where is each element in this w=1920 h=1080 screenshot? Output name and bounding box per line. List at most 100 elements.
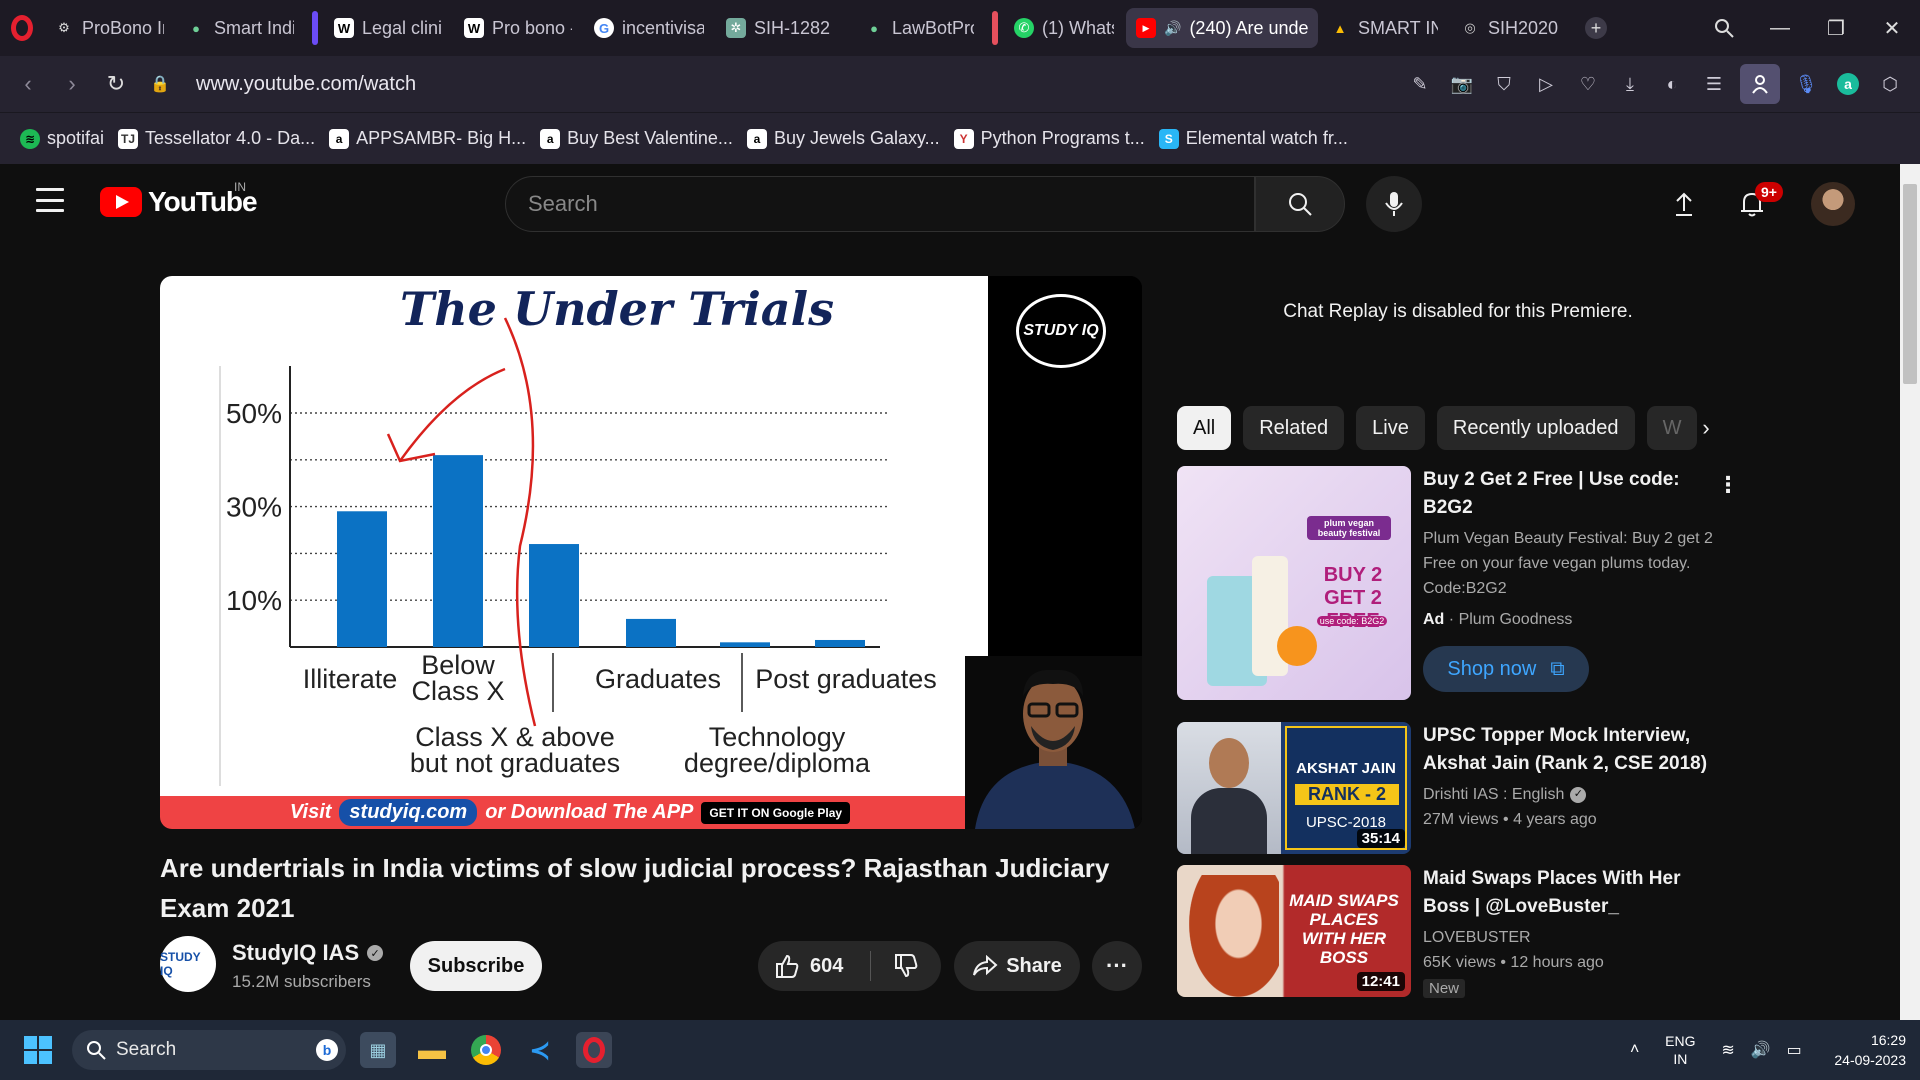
file-explorer-icon[interactable]: ▬ (414, 1032, 450, 1068)
bookmark-label: Python Programs t... (980, 128, 1145, 148)
video-player[interactable]: The Under Trials 50% 30% 10% Illiterate Belo… (160, 276, 1142, 829)
youtube-logo[interactable]: YouTube IN (100, 180, 258, 218)
battery-saver-icon[interactable]: ◐ (1656, 68, 1688, 100)
upload-icon[interactable] (1664, 184, 1704, 224)
clock-time: 16:29 (1870, 1032, 1906, 1048)
menu-hamburger-icon[interactable] (36, 188, 64, 212)
bookmark-python[interactable]: Y Python Programs t... (953, 128, 1145, 149)
chrome-icon[interactable] (468, 1032, 504, 1068)
mic-icon[interactable]: 🎙 (1790, 68, 1822, 100)
tab-lawbotpro[interactable]: ● LawBotPro (854, 8, 984, 48)
bookmark-valentine[interactable]: a Buy Best Valentine... (540, 128, 733, 149)
tab-whatsapp[interactable]: ✆ (1) WhatsA (1004, 8, 1124, 48)
tab-smart-india-drive[interactable]: ▲ SMART IN (1320, 8, 1448, 48)
bookmark-tessellator[interactable]: TJ Tessellator 4.0 - Da... (118, 128, 315, 149)
vscode-icon[interactable]: ≺ (522, 1032, 558, 1068)
lock-icon[interactable]: 🔒 (138, 62, 182, 106)
taskbar-search[interactable]: Search b (72, 1030, 346, 1070)
channel-name[interactable]: StudyIQ IAS ✓ (232, 940, 384, 966)
video-thumbnail[interactable]: AKSHAT JAIN RANK - 2 UPSC-2018 35:14 (1177, 722, 1411, 854)
chip-live[interactable]: Live (1356, 406, 1425, 450)
tab-incentivisation[interactable]: G incentivisa (584, 8, 714, 48)
video-thumbnail[interactable]: MAID SWAPS PLACES WITH HER BOSS 12:41 (1177, 865, 1411, 997)
tab-youtube-active[interactable]: ▶ 🔊 (240) Are unde (1126, 8, 1318, 48)
category-label: Illiterate (303, 664, 398, 694)
tab-probono[interactable]: ⚙ ProBono In (44, 8, 174, 48)
subscribe-button[interactable]: Subscribe (410, 941, 542, 991)
download-icon[interactable]: ⤓ (1614, 68, 1646, 100)
category-label: Technology degree/diploma (684, 722, 871, 778)
reload-icon[interactable]: ↻ (94, 62, 138, 106)
bookmark-spotifai[interactable]: ≋ spotifai (20, 128, 104, 149)
share-button[interactable]: Share (954, 941, 1080, 991)
video-title[interactable]: Maid Swaps Places With Her Boss | @LoveB… (1423, 865, 1723, 921)
page-scrollbar[interactable] (1900, 164, 1920, 1020)
speaker-icon[interactable]: 🔊 (1164, 20, 1181, 37)
battery-icon[interactable]: ▭ (1787, 1040, 1802, 1060)
ad-title[interactable]: Buy 2 Get 2 Free | Use code: B2G2 (1423, 466, 1723, 522)
tab-group-indicator[interactable] (992, 11, 998, 45)
camera-icon[interactable]: 📷 (1446, 68, 1478, 100)
edit-icon[interactable]: ✎ (1404, 68, 1436, 100)
ad-menu-kebab-icon[interactable]: ⋮ (1717, 472, 1739, 498)
banner-download-text: or Download The APP (485, 801, 694, 823)
chevron-up-icon[interactable]: ˄ (1630, 1041, 1639, 1059)
extensions-cube-icon[interactable]: ⬡ (1874, 68, 1906, 100)
bookmark-appsambr[interactable]: a APPSAMBR- Big H... (329, 128, 526, 149)
search-input[interactable]: Search (505, 176, 1255, 232)
tab-smart-india[interactable]: ● Smart Indi (176, 8, 304, 48)
restore-icon[interactable]: ❐ (1808, 0, 1864, 56)
easy-setup-icon[interactable]: ☰ (1698, 68, 1730, 100)
tab-group-indicator[interactable] (312, 11, 318, 45)
volume-icon[interactable]: 🔊 (1751, 1040, 1771, 1060)
new-tab-plus-icon[interactable]: + (1576, 0, 1616, 56)
shield-icon[interactable]: ⛉ (1488, 68, 1520, 100)
amazon-icon: a (540, 128, 561, 149)
language-indicator[interactable]: ENG IN (1655, 1032, 1705, 1068)
tab-sih-1282[interactable]: ✲ SIH-1282 (716, 8, 844, 48)
wifi-icon[interactable]: ≋ (1721, 1040, 1734, 1060)
chip-recently-uploaded[interactable]: Recently uploaded (1436, 406, 1635, 450)
bookmark-jewels[interactable]: a Buy Jewels Galaxy... (746, 128, 940, 149)
recommendation-item[interactable]: AKSHAT JAIN RANK - 2 UPSC-2018 35:14 UPS… (1177, 722, 1737, 854)
forward-icon[interactable]: › (50, 62, 94, 106)
more-actions-icon[interactable]: ··· (1092, 941, 1142, 991)
tab-legal-clinic[interactable]: W Legal clinic (324, 8, 452, 48)
url-field[interactable]: www.youtube.com/watch (196, 73, 416, 96)
user-avatar[interactable] (1811, 182, 1855, 226)
search-button[interactable] (1255, 176, 1345, 232)
shop-now-button[interactable]: Shop now ⧉ (1423, 646, 1589, 692)
play-icon[interactable]: ▷ (1530, 68, 1562, 100)
close-icon[interactable]: ✕ (1864, 0, 1920, 56)
windows-start-icon[interactable] (24, 1036, 52, 1064)
channel-name[interactable]: LOVEBUSTER (1423, 925, 1723, 950)
chip-all[interactable]: All (1177, 406, 1232, 450)
bookmark-elemental[interactable]: S Elemental watch fr... (1158, 128, 1348, 149)
channel-name[interactable]: Drishti IAS : English (1423, 782, 1564, 807)
chevron-right-icon[interactable]: › (1690, 412, 1722, 444)
account-icon[interactable] (1740, 64, 1780, 104)
like-count: 604 (810, 954, 844, 977)
dislike-button[interactable] (871, 941, 941, 991)
scrollbar-thumb[interactable] (1903, 184, 1917, 384)
recommendation-item[interactable]: MAID SWAPS PLACES WITH HER BOSS 12:41 Ma… (1177, 865, 1737, 998)
tab-search-icon[interactable] (1696, 0, 1752, 56)
aria-icon[interactable]: a (1832, 68, 1864, 100)
recommendation-ad[interactable]: plum vegan beauty festival BUY 2 GET 2 F… (1177, 466, 1739, 702)
opera-menu-icon[interactable] (0, 0, 44, 56)
calculator-icon[interactable]: ▦ (360, 1032, 396, 1068)
back-icon[interactable]: ‹ (6, 62, 50, 106)
heart-icon[interactable]: ♡ (1572, 68, 1604, 100)
clock[interactable]: 16:29 24-09-2023 (1818, 1030, 1906, 1070)
channel-avatar[interactable]: STUDY IQ (160, 936, 216, 992)
voice-search-button[interactable] (1366, 176, 1422, 232)
chip-related[interactable]: Related (1243, 406, 1345, 450)
minimize-icon[interactable]: — (1752, 0, 1808, 56)
video-title[interactable]: UPSC Topper Mock Interview, Akshat Jain … (1423, 722, 1723, 778)
tab-pro-bono[interactable]: W Pro bono - (454, 8, 582, 48)
ad-thumbnail[interactable]: plum vegan beauty festival BUY 2 GET 2 F… (1177, 466, 1411, 700)
youtube-play-icon (100, 187, 142, 217)
opera-taskbar-icon[interactable] (576, 1032, 612, 1068)
like-button[interactable]: 604 (758, 941, 870, 991)
tab-sih2020[interactable]: ◎ SIH2020 In (1450, 8, 1574, 48)
